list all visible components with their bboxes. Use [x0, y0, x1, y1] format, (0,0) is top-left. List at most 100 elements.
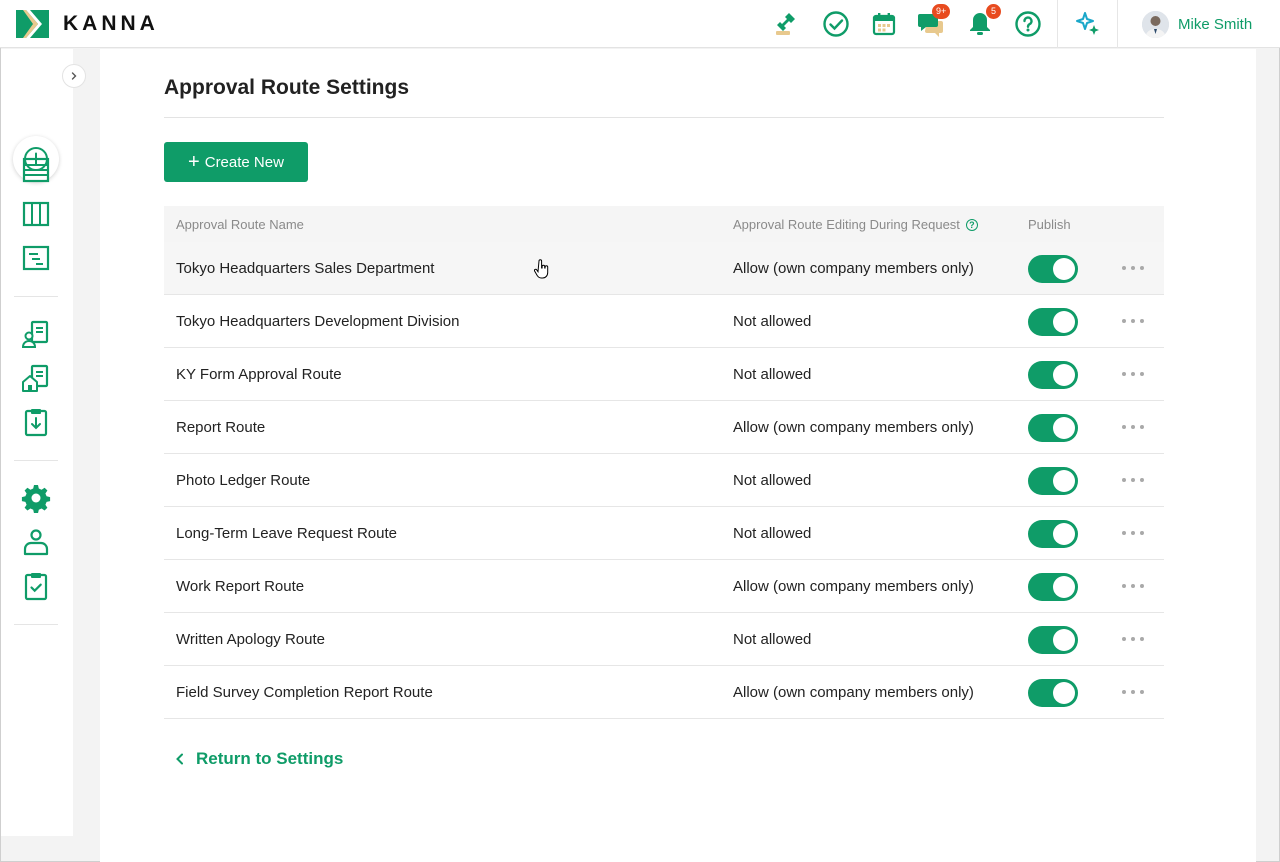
toggle-knob: [1053, 311, 1075, 333]
return-to-settings-label: Return to Settings: [196, 749, 344, 768]
return-to-settings-link[interactable]: Return to Settings: [176, 749, 343, 769]
sidebar-expand-button[interactable]: [62, 64, 86, 88]
route-name[interactable]: Field Survey Completion Report Route: [176, 684, 433, 701]
publish-toggle[interactable]: [1028, 467, 1078, 495]
route-editing-permission: Not allowed: [733, 366, 812, 383]
route-name[interactable]: KY Form Approval Route: [176, 366, 342, 383]
route-editing-permission: Not allowed: [733, 472, 812, 489]
publish-toggle[interactable]: [1028, 520, 1078, 548]
toggle-knob: [1053, 258, 1075, 280]
publish-toggle[interactable]: [1028, 626, 1078, 654]
route-editing-permission: Not allowed: [733, 631, 812, 648]
more-options-button[interactable]: [1122, 266, 1144, 272]
toggle-knob: [1053, 576, 1075, 598]
route-editing-permission: Allow (own company members only): [733, 260, 974, 277]
header-divider: [1057, 0, 1058, 48]
route-name[interactable]: Work Report Route: [176, 578, 304, 595]
clipboard-check-icon[interactable]: [21, 571, 51, 601]
route-editing-permission: Allow (own company members only): [733, 419, 974, 436]
create-new-label: Create New: [204, 153, 284, 171]
more-options-button[interactable]: [1122, 478, 1144, 484]
route-name[interactable]: Tokyo Headquarters Sales Department: [176, 260, 434, 277]
list-view-icon[interactable]: [21, 155, 51, 185]
publish-toggle[interactable]: [1028, 361, 1078, 389]
toggle-knob: [1053, 417, 1075, 439]
user-name: Mike Smith: [1178, 16, 1253, 33]
avatar: [1142, 11, 1169, 38]
publish-toggle[interactable]: [1028, 255, 1078, 283]
top-header: KANNA 9+ 5 Mike Smith: [0, 0, 1280, 48]
more-options-button[interactable]: [1122, 531, 1144, 537]
table-row[interactable]: Tokyo Headquarters Development Division N…: [164, 295, 1164, 348]
board-view-icon[interactable]: [21, 199, 51, 229]
more-options-button[interactable]: [1122, 584, 1144, 590]
help-icon[interactable]: ?: [965, 219, 978, 231]
chat-badge: 9+: [932, 4, 951, 19]
more-options-button[interactable]: [1122, 372, 1144, 378]
create-new-button[interactable]: + Create New: [164, 142, 308, 182]
route-name[interactable]: Report Route: [176, 419, 265, 436]
hand-cursor-icon: [534, 259, 549, 279]
table-header: Approval Route Name Approval Route Editi…: [164, 206, 1164, 242]
user-icon[interactable]: [21, 527, 51, 557]
clipboard-download-icon[interactable]: [21, 407, 51, 437]
more-options-button[interactable]: [1122, 319, 1144, 325]
table-row[interactable]: Photo Ledger Route Not allowed: [164, 454, 1164, 507]
logo[interactable]: KANNA: [16, 10, 159, 38]
gantt-view-icon[interactable]: [21, 243, 51, 273]
route-editing-permission: Not allowed: [733, 313, 812, 330]
sidebar-divider: [14, 460, 58, 461]
route-editing-permission: Not allowed: [733, 525, 812, 542]
user-menu[interactable]: Mike Smith: [1142, 11, 1252, 38]
route-name[interactable]: Long-Term Leave Request Route: [176, 525, 397, 542]
table-row[interactable]: Written Apology Route Not allowed: [164, 613, 1164, 666]
approval-route-table: Approval Route Name Approval Route Editi…: [164, 206, 1164, 719]
plus-icon: +: [188, 151, 200, 173]
route-name[interactable]: Photo Ledger Route: [176, 472, 310, 489]
calendar-icon[interactable]: [870, 10, 898, 38]
main-content: Approval Route Settings + Create New App…: [100, 49, 1256, 862]
toggle-knob: [1053, 682, 1075, 704]
title-divider: [164, 117, 1164, 118]
table-body: Tokyo Headquarters Sales Department Allow…: [164, 242, 1164, 719]
route-name[interactable]: Tokyo Headquarters Development Division: [176, 313, 459, 330]
sparkle-ai-icon[interactable]: [1074, 10, 1102, 38]
more-options-button[interactable]: [1122, 425, 1144, 431]
route-editing-permission: Allow (own company members only): [733, 684, 974, 701]
page-title: Approval Route Settings: [164, 76, 410, 99]
column-header-name: Approval Route Name: [176, 217, 304, 232]
stamp-icon[interactable]: [772, 10, 800, 38]
more-options-button[interactable]: [1122, 690, 1144, 696]
table-row[interactable]: KY Form Approval Route Not allowed: [164, 348, 1164, 401]
table-row[interactable]: Long-Term Leave Request Route Not allowed: [164, 507, 1164, 560]
sidebar-divider: [14, 296, 58, 297]
publish-toggle[interactable]: [1028, 573, 1078, 601]
publish-toggle[interactable]: [1028, 308, 1078, 336]
brand-name: KANNA: [63, 12, 159, 35]
column-header-publish: Publish: [1028, 217, 1071, 232]
table-row[interactable]: Field Survey Completion Report Route Allo…: [164, 666, 1164, 719]
column-header-editing-label: Approval Route Editing During Request: [733, 217, 960, 232]
help-icon[interactable]: [1014, 10, 1042, 38]
sidebar-divider: [14, 624, 58, 625]
client-document-icon[interactable]: [21, 319, 51, 349]
route-editing-permission: Allow (own company members only): [733, 578, 974, 595]
table-row[interactable]: Work Report Route Allow (own company memb…: [164, 560, 1164, 613]
toggle-knob: [1053, 523, 1075, 545]
check-circle-icon[interactable]: [822, 10, 850, 38]
kanna-logo-icon: [16, 10, 49, 38]
property-document-icon[interactable]: [21, 363, 51, 393]
publish-toggle[interactable]: [1028, 414, 1078, 442]
toggle-knob: [1053, 629, 1075, 651]
publish-toggle[interactable]: [1028, 679, 1078, 707]
column-header-editing: Approval Route Editing During Request?: [733, 217, 978, 232]
notification-badge: 5: [986, 4, 1001, 19]
toggle-knob: [1053, 470, 1075, 492]
route-name[interactable]: Written Apology Route: [176, 631, 325, 648]
table-row[interactable]: Report Route Allow (own company members o…: [164, 401, 1164, 454]
more-options-button[interactable]: [1122, 637, 1144, 643]
header-divider: [1117, 0, 1118, 48]
gear-icon[interactable]: [21, 483, 51, 513]
chevron-left-icon: [176, 753, 183, 765]
table-row[interactable]: Tokyo Headquarters Sales Department Allow…: [164, 242, 1164, 295]
